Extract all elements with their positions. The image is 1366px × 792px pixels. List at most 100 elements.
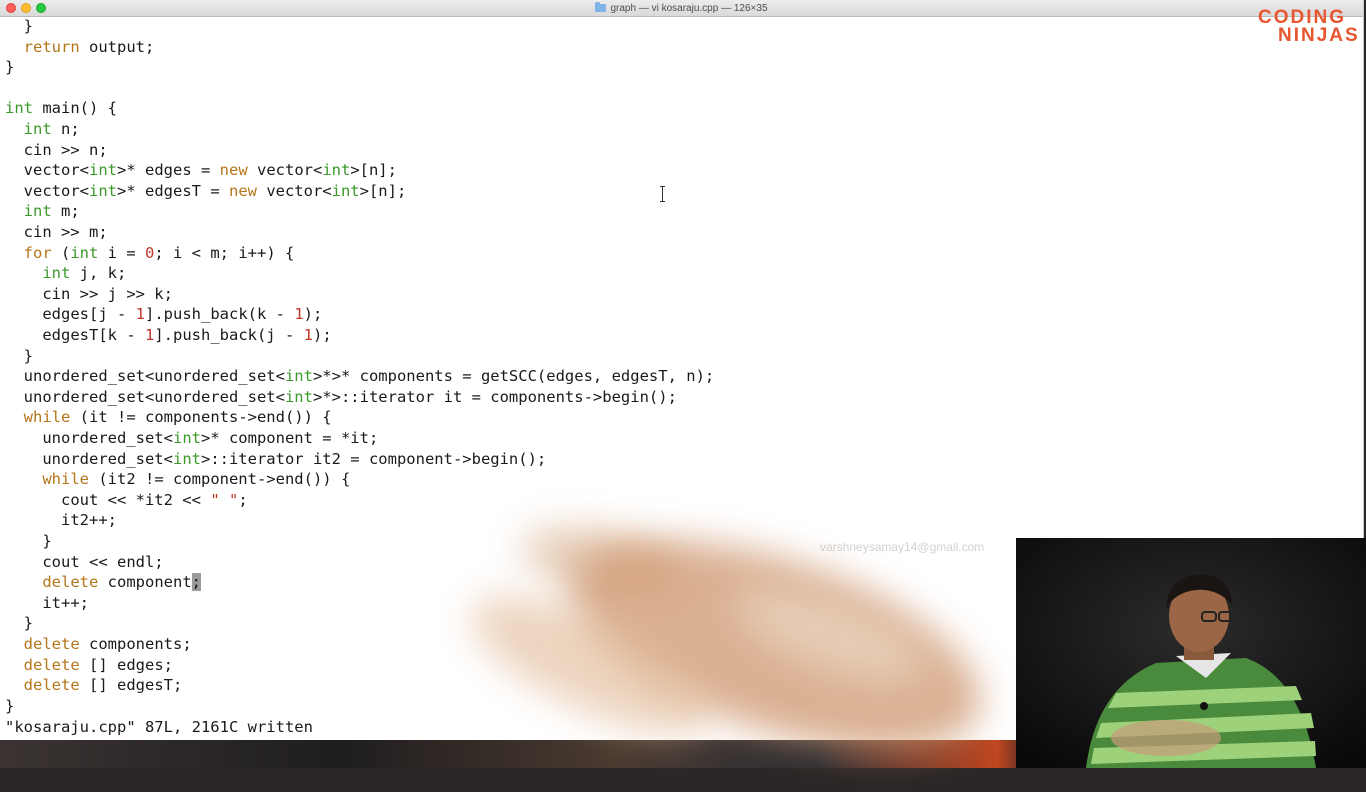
code-line: edges[j - 1].push_back(k - 1); <box>5 304 322 324</box>
code-token: 0 <box>145 243 155 262</box>
code-token: vector< <box>5 181 89 200</box>
code-token: int <box>284 387 313 406</box>
text-cursor-icon <box>660 186 666 202</box>
code-token: ].push_back(k - <box>145 305 295 324</box>
code-line: } <box>5 16 33 36</box>
code-token: int <box>42 264 71 283</box>
code-token: components; <box>79 635 192 653</box>
code-token: edges[j - <box>5 305 136 324</box>
code-line: int j, k; <box>5 263 126 283</box>
code-token: int <box>23 120 52 138</box>
code-token: (it2 != component->end()) { <box>89 470 351 489</box>
code-token: ; <box>238 490 248 509</box>
code-token: delete <box>23 635 80 653</box>
code-line: it++; <box>5 593 89 613</box>
code-line: int m; <box>5 201 80 221</box>
code-line: while (it != components->end()) { <box>5 407 332 427</box>
code-token: cout << *it2 << <box>5 490 211 509</box>
code-token: 1 <box>144 326 155 344</box>
code-token: new <box>219 161 248 180</box>
vim-status-line: "kosaraju.cpp" 87L, 2161C written <box>5 718 313 736</box>
code-token: cout << endl; <box>5 552 164 571</box>
code-line: } <box>5 346 33 366</box>
code-token: return <box>23 37 80 56</box>
code-token: } <box>5 532 52 550</box>
code-token: int <box>172 429 201 447</box>
code-line: delete [] edges; <box>5 655 173 675</box>
code-token: >*>::iterator it = components->begin(); <box>312 387 677 406</box>
code-line: delete [] edgesT; <box>5 675 183 695</box>
code-token: ].push_back(j - <box>154 326 304 344</box>
window-title-container: graph — vi kosaraju.cpp — 126×35 <box>0 0 1363 16</box>
code-token: ; i < m; i++) { <box>154 243 295 262</box>
code-token: >* component = *it; <box>200 429 379 447</box>
code-token: unordered_set< <box>5 449 173 468</box>
code-token: >* edgesT = <box>117 181 229 200</box>
code-token: delete <box>23 676 80 695</box>
code-token: unordered_set< <box>5 429 173 447</box>
code-line: } <box>5 531 52 551</box>
code-token: while <box>42 470 89 489</box>
code-line: unordered_set<int>* component = *it; <box>5 428 378 448</box>
code-token: ); <box>312 326 332 344</box>
code-token: n; <box>51 120 80 138</box>
code-token: int <box>89 181 117 200</box>
code-line: delete components; <box>5 634 192 654</box>
folder-icon <box>595 2 607 12</box>
code-token: ( <box>51 243 71 262</box>
title-bar[interactable]: graph — vi kosaraju.cpp — 126×35 <box>0 0 1363 17</box>
code-token: [] edges; <box>79 655 173 674</box>
code-token: new <box>228 181 257 200</box>
code-line: unordered_set<unordered_set<int>*>* comp… <box>5 366 715 386</box>
window-title: graph — vi kosaraju.cpp — 126×35 <box>610 2 768 14</box>
code-line: } <box>5 696 14 716</box>
logo-text-line2: NINJAS <box>1278 25 1360 46</box>
code-token: 1 <box>135 305 145 324</box>
code-token: it2++; <box>5 511 117 530</box>
code-token: >[n]; <box>359 181 407 200</box>
code-token: } <box>5 696 15 715</box>
code-token: } <box>5 614 33 633</box>
coding-ninjas-logo: CODING NINJAS <box>1256 8 1360 54</box>
code-token: output; <box>79 37 155 56</box>
webcam-overlay <box>1016 538 1366 768</box>
code-token: vector< <box>256 181 332 200</box>
code-line: delete component; <box>5 572 201 592</box>
code-line: it2++; <box>5 510 117 530</box>
code-token: >[n]; <box>350 161 397 180</box>
vim-cursor: ; <box>191 573 201 592</box>
code-line: int main() { <box>5 98 117 118</box>
code-line: vector<int>* edgesT = new vector<int>[n]… <box>5 181 407 201</box>
code-token: int <box>284 367 313 386</box>
code-token: int <box>5 99 33 118</box>
code-token: cin >> n; <box>5 140 108 159</box>
code-token: int <box>331 181 360 200</box>
code-line: } <box>5 613 33 633</box>
code-token: vector< <box>247 161 323 180</box>
code-token: main() { <box>33 99 117 118</box>
code-line: return output; <box>5 37 155 57</box>
code-token: int <box>23 202 52 221</box>
code-line: edgesT[k - 1].push_back(j - 1); <box>5 325 332 345</box>
code-line: } <box>5 57 14 77</box>
code-token: int <box>322 161 351 180</box>
code-line: cin >> j >> k; <box>5 284 173 304</box>
code-token: int <box>89 161 117 180</box>
code-token: int <box>172 449 201 468</box>
code-token: while <box>23 408 71 427</box>
code-token: >* edges = <box>117 161 220 180</box>
code-token: j, k; <box>70 264 127 283</box>
code-token: edgesT[k - <box>5 326 145 344</box>
code-token: int <box>70 243 99 262</box>
code-token: 1 <box>294 305 304 324</box>
code-line: vector<int>* edges = new vector<int>[n]; <box>5 160 397 180</box>
code-line: cout << *it2 << " "; <box>5 490 248 510</box>
